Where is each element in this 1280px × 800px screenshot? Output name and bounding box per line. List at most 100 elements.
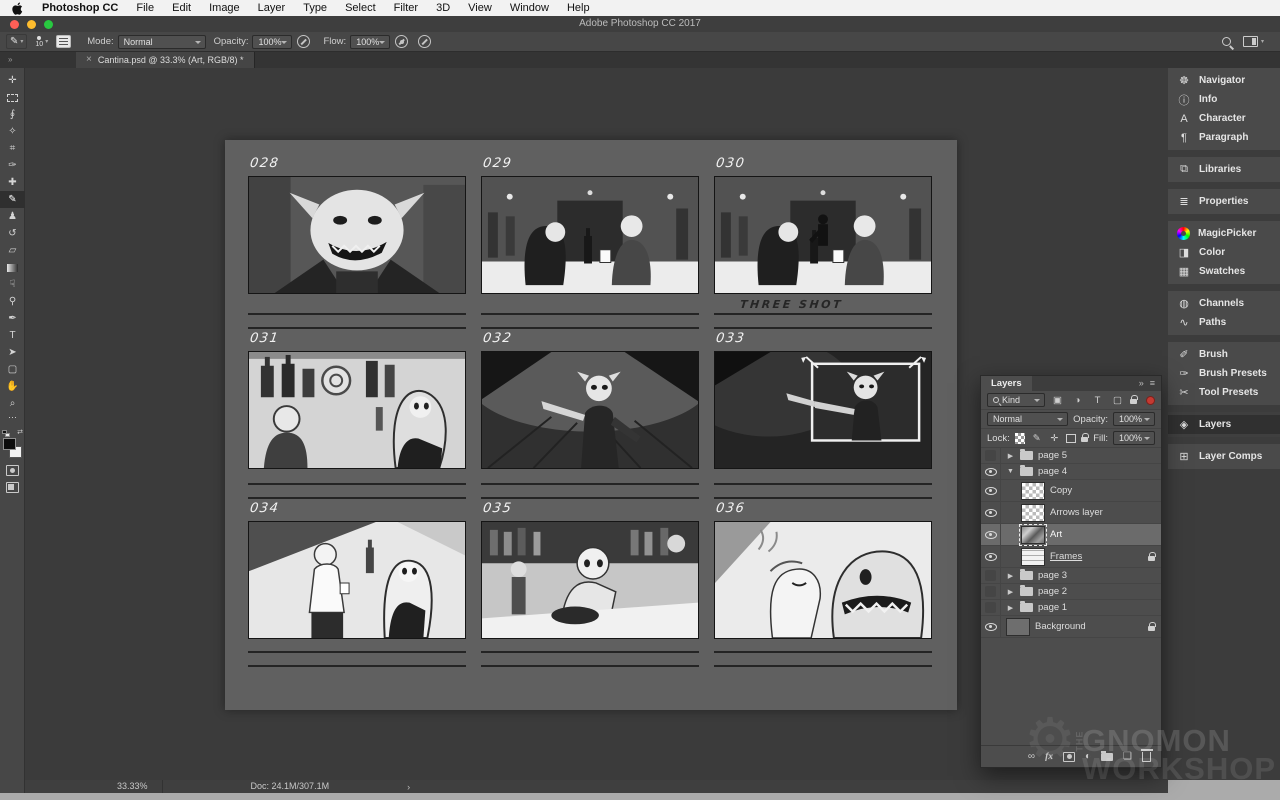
layer-row-page-5[interactable]: ▶page 5 <box>981 448 1161 464</box>
brush-picker-chevron[interactable]: ▾ <box>45 38 48 45</box>
filter-on-off-toggle[interactable] <box>1146 396 1155 405</box>
dock-item-character[interactable]: ACharacter <box>1168 109 1280 128</box>
flow-select[interactable]: 100% <box>350 35 390 49</box>
canvas-artboard[interactable]: 028029030THREE SHOT031032033034035036 <box>225 140 957 710</box>
visibility-toggle[interactable] <box>981 480 1001 501</box>
zoom-level-field[interactable]: 33.33% <box>103 780 163 793</box>
type-tool[interactable]: T <box>0 327 25 344</box>
layer-row-page-4[interactable]: ▼page 4 <box>981 464 1161 480</box>
delete-layer-icon[interactable] <box>1142 752 1151 762</box>
expand-group-icon[interactable]: ▶ <box>1006 604 1015 612</box>
link-layers-icon[interactable]: ∞ <box>1028 751 1035 762</box>
visibility-toggle[interactable] <box>981 568 1001 583</box>
layer-row-art[interactable]: Art <box>981 524 1161 546</box>
lock-all-icon[interactable] <box>1081 437 1088 442</box>
marquee-tool[interactable] <box>0 89 25 106</box>
adjustment-layer-icon[interactable]: ◐ <box>1085 751 1091 762</box>
expand-group-icon[interactable]: ▶ <box>1006 588 1015 596</box>
dock-item-libraries[interactable]: ⧉Libraries <box>1168 160 1280 179</box>
layer-name[interactable]: Background <box>1035 621 1086 632</box>
menu-layer[interactable]: Layer <box>249 0 295 16</box>
panel-menu-icon[interactable]: ≡ <box>1150 376 1155 391</box>
menu-help[interactable]: Help <box>558 0 599 16</box>
expand-group-icon[interactable]: ▶ <box>1006 572 1015 580</box>
collapse-panel-chevrons[interactable]: » <box>1139 376 1144 391</box>
add-layer-mask-icon[interactable] <box>1063 752 1075 762</box>
lasso-tool[interactable]: ∮ <box>0 106 25 123</box>
layer-thumbnail[interactable] <box>1021 482 1045 500</box>
filter-shape-layers-icon[interactable]: ▢ <box>1110 395 1125 406</box>
lock-position-icon[interactable]: ✛ <box>1048 433 1061 444</box>
layer-thumbnail[interactable] <box>1021 504 1045 522</box>
airbrush-icon[interactable] <box>395 35 408 48</box>
edit-toolbar-button[interactable]: ⋯ <box>0 412 25 426</box>
menu-file[interactable]: File <box>127 0 163 16</box>
layer-opacity-select[interactable]: 100% <box>1113 412 1155 426</box>
filter-kind-select[interactable]: Kind <box>987 393 1045 407</box>
quick-selection-tool[interactable]: ✧ <box>0 123 25 140</box>
dock-item-channels[interactable]: ◍Channels <box>1168 294 1280 313</box>
layer-name[interactable]: page 4 <box>1038 466 1067 477</box>
tab-overflow-chevrons[interactable]: » <box>8 55 11 64</box>
healing-brush-tool[interactable]: ✚ <box>0 174 25 191</box>
filter-adjustment-layers-icon[interactable]: ◑ <box>1070 395 1085 406</box>
path-selection-tool[interactable]: ➤ <box>0 344 25 361</box>
document-tab[interactable]: × Cantina.psd @ 33.3% (Art, RGB/8) * <box>76 52 255 68</box>
hand-tool[interactable]: ✋ <box>0 378 25 395</box>
workspace-switcher[interactable]: ▾ <box>1243 36 1264 47</box>
crop-tool[interactable]: ⌗ <box>0 140 25 157</box>
layer-row-page-2[interactable]: ▶page 2 <box>981 584 1161 600</box>
visibility-toggle[interactable] <box>981 464 1001 479</box>
menu-window[interactable]: Window <box>501 0 558 16</box>
dock-item-paragraph[interactable]: ¶Paragraph <box>1168 128 1280 147</box>
visibility-toggle[interactable] <box>981 616 1001 637</box>
visibility-toggle[interactable] <box>981 524 1001 545</box>
layer-style-icon[interactable]: fx <box>1045 752 1053 762</box>
close-tab-icon[interactable]: × <box>86 55 92 65</box>
pressure-opacity-icon[interactable] <box>297 35 310 48</box>
menu-3d[interactable]: 3D <box>427 0 459 16</box>
minimize-window-button[interactable] <box>27 20 36 29</box>
zoom-tool[interactable]: ⌕ <box>0 395 25 412</box>
zoom-window-button[interactable] <box>44 20 53 29</box>
dock-item-layers[interactable]: ◈Layers <box>1168 415 1280 434</box>
close-window-button[interactable] <box>10 20 19 29</box>
new-layer-icon[interactable]: ❏ <box>1123 751 1132 762</box>
dock-item-tool-presets[interactable]: ✂Tool Presets <box>1168 383 1280 402</box>
new-group-icon[interactable] <box>1101 753 1113 761</box>
default-colors-icon[interactable] <box>2 430 10 437</box>
screen-mode-button[interactable] <box>0 479 25 496</box>
dodge-tool[interactable]: ⚲ <box>0 293 25 310</box>
layer-name[interactable]: Arrows layer <box>1050 507 1103 518</box>
lock-transparent-pixels-icon[interactable] <box>1015 433 1026 444</box>
move-tool[interactable]: ✛ <box>0 72 25 89</box>
brush-tool[interactable]: ✎ <box>0 191 25 208</box>
visibility-toggle[interactable] <box>981 600 1001 615</box>
dock-item-brush[interactable]: ✐Brush <box>1168 345 1280 364</box>
filter-pixel-layers-icon[interactable]: ▣ <box>1050 395 1065 406</box>
layer-name[interactable]: Frames <box>1050 551 1082 562</box>
dock-item-properties[interactable]: ≣Properties <box>1168 192 1280 211</box>
layer-row-background[interactable]: Background <box>981 616 1161 638</box>
layer-thumbnail[interactable] <box>1021 526 1045 544</box>
eraser-tool[interactable]: ▱ <box>0 242 25 259</box>
gradient-tool[interactable] <box>0 259 25 276</box>
search-icon[interactable] <box>1222 37 1231 46</box>
layer-fill-select[interactable]: 100% <box>1113 431 1155 445</box>
menu-type[interactable]: Type <box>294 0 336 16</box>
history-brush-tool[interactable]: ↺ <box>0 225 25 242</box>
toggle-brush-panel-button[interactable] <box>56 35 71 48</box>
dock-item-layer-comps[interactable]: ⊞Layer Comps <box>1168 447 1280 466</box>
layer-row-page-3[interactable]: ▶page 3 <box>981 568 1161 584</box>
filter-smart-objects-icon[interactable] <box>1130 399 1137 404</box>
status-chevron-icon[interactable]: › <box>407 782 410 792</box>
visibility-toggle[interactable] <box>981 584 1001 599</box>
layers-panel-tab[interactable]: Layers <box>981 376 1032 391</box>
layer-name[interactable]: Copy <box>1050 485 1072 496</box>
layer-thumbnail[interactable] <box>1006 618 1030 636</box>
dock-item-swatches[interactable]: ▦Swatches <box>1168 262 1280 281</box>
layer-name[interactable]: Art <box>1050 529 1062 540</box>
dock-item-magicpicker[interactable]: MagicPicker <box>1168 224 1280 243</box>
dock-item-brush-presets[interactable]: ✑Brush Presets <box>1168 364 1280 383</box>
document-size-info[interactable]: Doc: 24.1M/307.1M <box>251 780 330 793</box>
